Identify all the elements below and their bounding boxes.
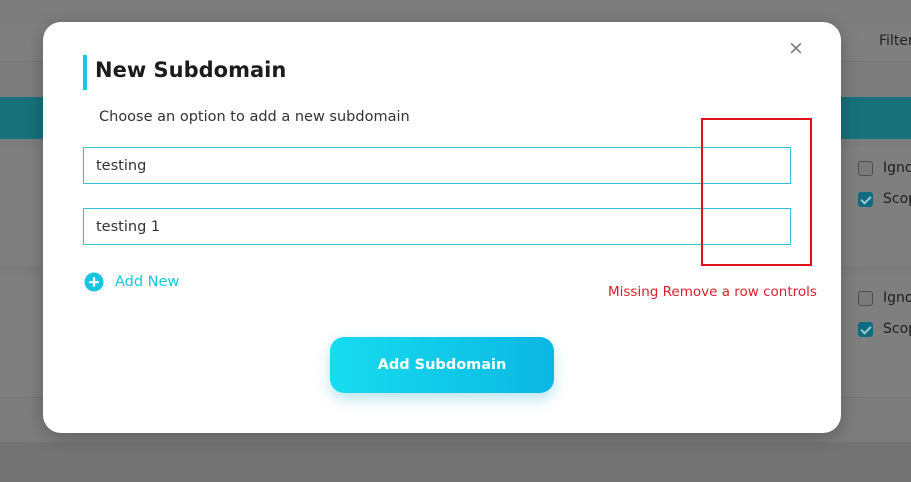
background-footer (0, 442, 911, 482)
plus-circle-icon (84, 272, 104, 292)
ignore-checkbox-2[interactable] (858, 291, 873, 306)
scope-checkbox-1[interactable] (858, 192, 873, 207)
scope-label-2: Scop (883, 321, 911, 337)
scope-label-1: Scop (883, 191, 911, 207)
ignore-checkbox-1[interactable] (858, 161, 873, 176)
modal-title: New Subdomain (95, 58, 287, 82)
add-new-button[interactable]: Add New (84, 272, 179, 292)
subdomain-input-1[interactable] (83, 147, 791, 184)
add-subdomain-button[interactable]: Add Subdomain (330, 337, 554, 393)
ignore-label-2: Igno (883, 290, 911, 306)
scope-checkbox-2[interactable] (858, 322, 873, 337)
ignore-label-1: Igno (883, 160, 911, 176)
subdomain-input-2[interactable] (83, 208, 791, 245)
annotation-note: Missing Remove a row controls (608, 284, 817, 300)
add-new-label: Add New (115, 274, 180, 290)
modal-subtitle: Choose an option to add a new subdomain (99, 109, 410, 125)
annotation-highlight-box (701, 118, 812, 266)
filter-label: Filter (879, 33, 911, 49)
title-accent-bar (83, 55, 87, 90)
close-icon[interactable]: × (787, 37, 805, 59)
